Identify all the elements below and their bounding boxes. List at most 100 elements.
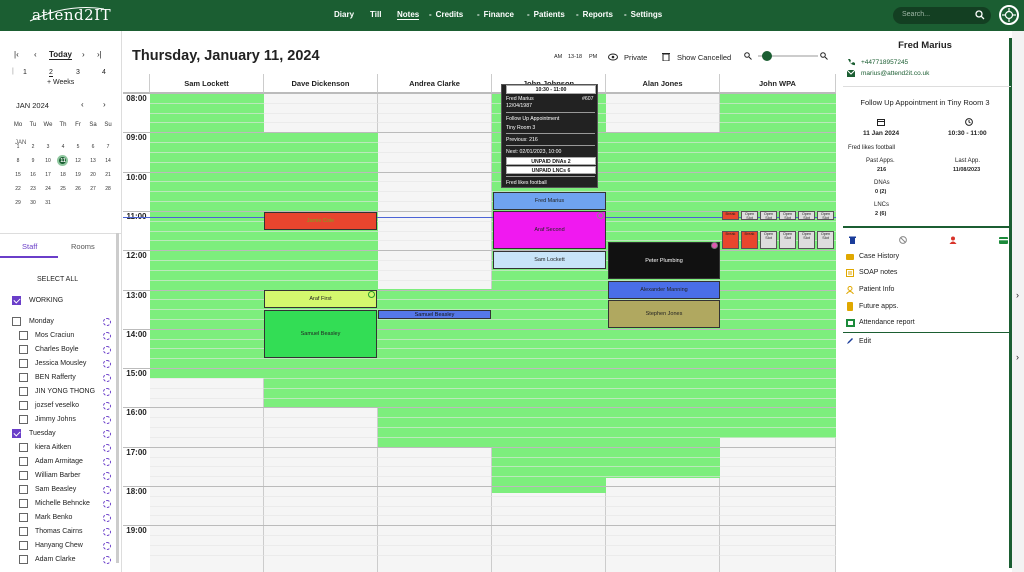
slot-block[interactable]: Open Slot — [817, 231, 834, 249]
appointment[interactable]: Samuel Beasley — [264, 310, 377, 358]
calendar-day[interactable]: 3 — [42, 144, 54, 150]
menu-attendance-report[interactable]: Attendance report — [859, 319, 915, 326]
calendar-day[interactable]: 25 — [57, 186, 69, 192]
color-picker-icon[interactable] — [103, 416, 111, 424]
calendar-day[interactable]: 13 — [87, 158, 99, 164]
search-input[interactable]: Search... — [893, 7, 991, 24]
staff-checkbox[interactable] — [19, 345, 28, 354]
week-2-button[interactable]: 2 — [49, 69, 53, 77]
appointment[interactable]: Sam Lockett — [493, 251, 606, 269]
next-week-icon[interactable]: ›| — [97, 50, 102, 59]
column-header-andrea-clarke[interactable]: Andrea Clarke — [378, 74, 492, 93]
calendar-day[interactable]: 8 — [12, 158, 24, 164]
staff-checkbox[interactable] — [19, 401, 28, 410]
nav-notes[interactable]: Notes — [397, 10, 420, 20]
color-picker-icon[interactable] — [103, 556, 111, 564]
color-picker-icon[interactable] — [103, 444, 111, 452]
staff-checkbox[interactable] — [19, 541, 28, 550]
week-4-button[interactable]: 4 — [102, 69, 106, 76]
calendar-day[interactable]: 4 — [57, 144, 69, 150]
collapse-chevron-icon[interactable]: › — [1016, 290, 1019, 300]
staff-checkbox[interactable] — [19, 331, 28, 340]
staff-checkbox[interactable] — [19, 499, 28, 508]
appointment[interactable]: Samuel Beasley — [378, 310, 491, 319]
show-cancelled-toggle[interactable]: Show Cancelled — [677, 53, 731, 62]
calendar-day[interactable]: 17 — [42, 172, 54, 178]
calendar-day[interactable]: 1 — [12, 144, 24, 150]
nav-reports[interactable]: - Reports — [576, 10, 613, 19]
appointment[interactable]: Araf First — [264, 290, 377, 308]
slot-block[interactable]: Open Slot — [741, 211, 758, 220]
slot-block[interactable]: Open Slot — [779, 211, 796, 220]
menu-case-history[interactable]: Case History — [859, 253, 899, 260]
menu-future-apps[interactable]: Future apps. — [859, 303, 898, 310]
staff-checkbox[interactable] — [19, 415, 28, 424]
appointment[interactable]: Stephen Jones — [608, 300, 720, 328]
dna-person-icon[interactable] — [949, 236, 957, 244]
slot-block[interactable]: Open Slot — [798, 231, 815, 249]
am-toggle[interactable]: AM — [554, 54, 562, 60]
calendar-day[interactable]: 11 — [57, 158, 69, 164]
slot-block[interactable]: Open Slot — [760, 231, 777, 249]
slot-block[interactable]: Open Slot — [779, 231, 796, 249]
calendar-day[interactable]: 5 — [72, 144, 84, 150]
patient-email[interactable]: marius@attend2it.co.uk — [861, 70, 929, 77]
eye-icon[interactable] — [608, 53, 618, 61]
calendar-day[interactable]: 21 — [102, 172, 114, 178]
menu-patient-info[interactable]: Patient Info — [859, 286, 894, 293]
slot-block[interactable]: Break — [722, 211, 739, 220]
calendar-day[interactable]: 28 — [102, 186, 114, 192]
pm-toggle[interactable]: PM — [589, 54, 597, 60]
color-picker-icon[interactable] — [103, 458, 111, 466]
color-picker-icon[interactable] — [103, 374, 111, 382]
private-toggle[interactable]: Private — [624, 53, 647, 62]
calendar-day[interactable]: 24 — [42, 186, 54, 192]
staff-checkbox[interactable] — [19, 485, 28, 494]
appointment[interactable]: Alexander Manning — [608, 281, 720, 299]
calendar-day[interactable]: 15 — [12, 172, 24, 178]
prev-day-icon[interactable]: ‹ — [34, 50, 37, 59]
trash-icon[interactable] — [662, 52, 670, 61]
delete-icon[interactable] — [849, 236, 856, 244]
color-picker-icon[interactable] — [103, 514, 111, 522]
slot-block[interactable]: Open Slot — [817, 211, 834, 220]
calendar-day[interactable]: 18 — [57, 172, 69, 178]
slot-block[interactable]: Open Slot — [798, 211, 815, 220]
column-header-alan-jones[interactable]: Alan Jones — [606, 74, 720, 93]
staff-column[interactable] — [378, 93, 492, 572]
menu-edit[interactable]: Edit — [859, 338, 871, 345]
calendar-grid[interactable]: Sam Lockett Dave Dickenson Andrea Clarke… — [123, 74, 836, 572]
appointment[interactable]: Araf Second — [493, 211, 606, 249]
working-checkbox[interactable] — [12, 296, 21, 305]
right-collapse-rail[interactable] — [1012, 31, 1024, 572]
slot-block[interactable]: Break — [741, 231, 758, 249]
mini-calendar[interactable]: Mo Tu We Th Fr Sa Su JAN 1 2 3 4 5 6 7 8 9 10 11 12… — [12, 122, 112, 222]
patient-phone[interactable]: +447718957245 — [861, 59, 908, 66]
slot-block[interactable]: Break — [722, 231, 739, 249]
plus-weeks-button[interactable]: + Weeks — [47, 79, 74, 86]
prev-week-icon[interactable]: |‹ — [14, 50, 19, 59]
calendar-day[interactable]: 31 — [42, 200, 54, 206]
color-picker-icon[interactable] — [103, 346, 111, 354]
menu-soap-notes[interactable]: SOAP notes — [859, 269, 897, 276]
calendar-day[interactable]: 14 — [102, 158, 114, 164]
calendar-day[interactable]: 22 — [12, 186, 24, 192]
nav-till[interactable]: Till — [370, 10, 381, 19]
color-picker-icon[interactable] — [103, 388, 111, 396]
calendar-day[interactable]: 20 — [87, 172, 99, 178]
staff-checkbox[interactable] — [19, 359, 28, 368]
column-header-dave-dickenson[interactable]: Dave Dickenson — [264, 74, 378, 93]
calendar-day[interactable]: 26 — [72, 186, 84, 192]
nav-patients[interactable]: - Patients — [527, 10, 565, 19]
staff-checkbox[interactable] — [19, 373, 28, 382]
staff-checkbox[interactable] — [19, 471, 28, 480]
color-picker-icon[interactable] — [103, 360, 111, 368]
nav-finance[interactable]: - Finance — [477, 10, 514, 19]
collapse-chevron-icon[interactable]: › — [1016, 352, 1019, 362]
calendar-day[interactable]: 6 — [87, 144, 99, 150]
color-picker-icon[interactable] — [103, 332, 111, 340]
zoom-in-icon[interactable] — [820, 52, 828, 60]
payment-card-icon[interactable] — [999, 237, 1008, 244]
staff-checkbox[interactable] — [19, 457, 28, 466]
staff-column[interactable] — [606, 93, 720, 572]
